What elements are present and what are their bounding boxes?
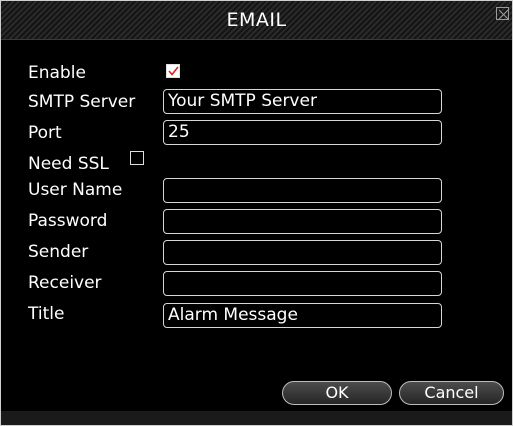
sender-input[interactable] xyxy=(163,240,442,265)
enable-label: Enable xyxy=(28,63,86,83)
port-label: Port xyxy=(28,123,62,143)
user-name-input[interactable] xyxy=(163,178,442,203)
email-dialog: EMAIL Enable SMTP Server Your SMTP Serve… xyxy=(0,0,513,426)
bottom-bar xyxy=(1,411,512,425)
port-input[interactable]: 25 xyxy=(163,120,442,145)
enable-checkbox[interactable] xyxy=(166,64,180,78)
sender-label: Sender xyxy=(28,242,89,262)
password-label: Password xyxy=(28,211,108,231)
checkmark-icon xyxy=(168,66,179,76)
title-label: Title xyxy=(28,304,65,324)
smtp-server-input[interactable]: Your SMTP Server xyxy=(163,89,442,114)
cancel-button[interactable]: Cancel xyxy=(399,381,504,405)
close-icon[interactable] xyxy=(496,7,509,20)
title-input[interactable]: Alarm Message xyxy=(163,303,442,328)
smtp-server-label: SMTP Server xyxy=(28,92,136,112)
receiver-input[interactable] xyxy=(163,271,442,296)
receiver-label: Receiver xyxy=(28,273,102,293)
user-name-label: User Name xyxy=(28,180,123,200)
title-bar: EMAIL xyxy=(1,1,512,40)
need-ssl-checkbox[interactable] xyxy=(130,151,144,165)
need-ssl-label: Need SSL xyxy=(28,154,109,174)
password-input[interactable] xyxy=(163,209,442,234)
dialog-title: EMAIL xyxy=(226,9,287,31)
ok-button[interactable]: OK xyxy=(282,381,392,405)
